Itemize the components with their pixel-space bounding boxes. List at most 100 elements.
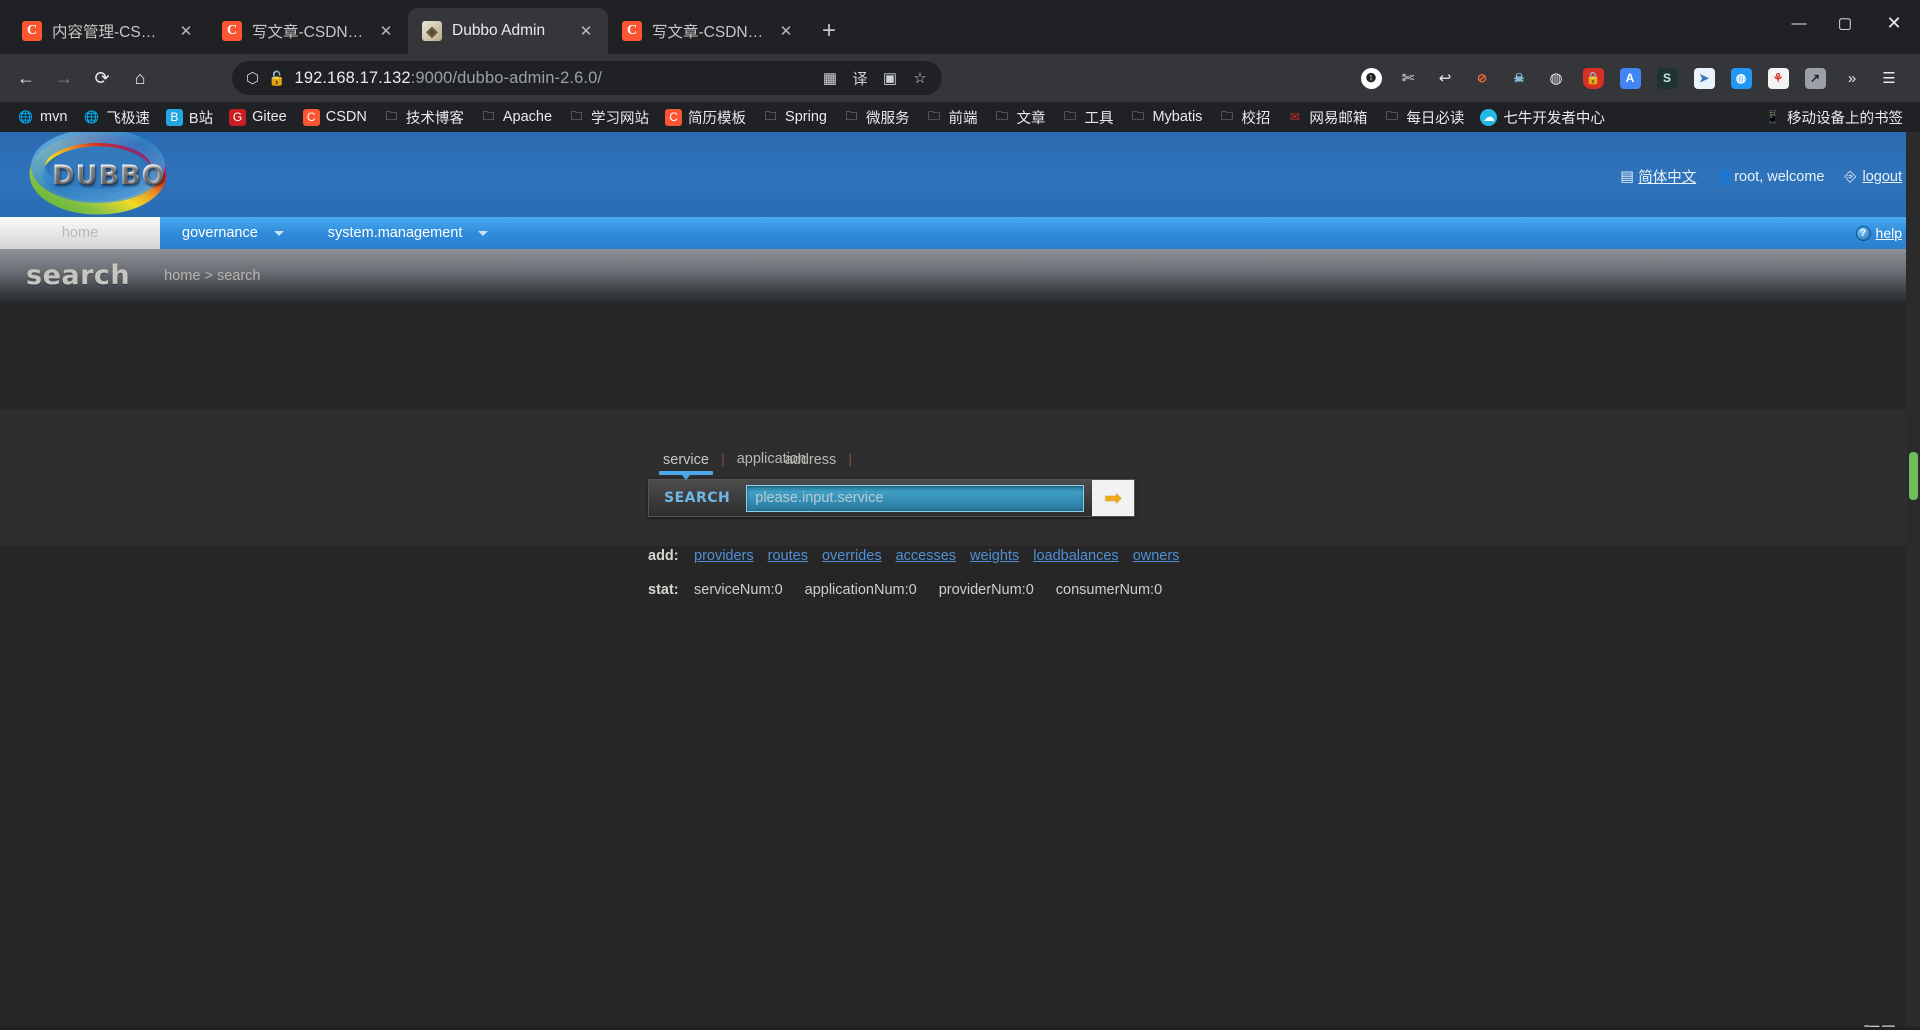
bookmarks-bar: 🌐 mvn 🌐 飞极速 B B站 G Gitee C CSDN 🗀 技术博客 🗀 Apache… (0, 102, 1920, 132)
search-tab-address[interactable]: address (775, 452, 847, 477)
logout-item[interactable]: ⎆ logout (1844, 169, 1902, 186)
bookmark-folder[interactable]: 🗀 校招 (1211, 103, 1277, 132)
add-link-weights[interactable]: weights (970, 548, 1019, 564)
forward-icon[interactable]: → (46, 60, 82, 96)
search-type-tabs: service | application address | (648, 451, 1168, 480)
counter-badge-icon[interactable]: ❶ (1354, 61, 1388, 95)
bookmark-label: 前端 (948, 110, 978, 127)
bookmark-folder[interactable]: 🗀 前端 (918, 103, 984, 132)
bookmark-item[interactable]: ✉ 网易邮箱 (1279, 103, 1374, 132)
bookmark-label: 网易邮箱 (1309, 110, 1368, 127)
browser-chrome: C 内容管理-CSDN博客 ✕ C 写文章-CSDN博客 ✕ ◈ Dubbo A… (0, 0, 1920, 132)
home-icon[interactable]: ⌂ (122, 60, 158, 96)
bookmark-folder[interactable]: 🗀 工具 (1054, 103, 1120, 132)
browser-tab-active[interactable]: ◈ Dubbo Admin ✕ (408, 8, 608, 54)
close-icon[interactable]: ✕ (774, 19, 798, 43)
help-item[interactable]: ? help (1855, 217, 1902, 249)
scrollbar-thumb[interactable] (1909, 452, 1918, 500)
search-submit-button[interactable]: ➡ (1092, 480, 1134, 516)
bookmark-folder[interactable]: 🗀 每日必读 (1376, 103, 1471, 132)
bookmark-label: 飞极速 (106, 110, 150, 127)
close-icon[interactable]: ✕ (174, 19, 198, 43)
minimize-button[interactable]: — (1776, 0, 1822, 46)
bookmark-label: 简历模板 (688, 110, 747, 127)
search-tab-service[interactable]: service (653, 452, 719, 480)
s-ext-icon[interactable]: S (1650, 61, 1684, 95)
add-link-providers[interactable]: providers (694, 548, 754, 564)
bookmark-item[interactable]: 🌐 mvn (10, 105, 74, 130)
bookmark-folder[interactable]: 🗀 学习网站 (561, 103, 656, 132)
globe-icon: 🌐 (84, 110, 100, 124)
browser-menu-icon[interactable]: ☰ (1872, 61, 1906, 95)
language-link[interactable]: 简体中文 (1638, 166, 1696, 187)
bookmark-item[interactable]: ☁ 七牛开发者中心 (1473, 103, 1612, 132)
mobile-bookmarks-folder[interactable]: 📱 移动设备上的书签 (1757, 103, 1910, 132)
sitemap-icon[interactable]: ⚘ (1761, 61, 1795, 95)
bookmark-label: 校招 (1241, 110, 1271, 127)
screenshot-icon[interactable]: ▣ (878, 66, 902, 90)
bookmark-label: 每日必读 (1406, 110, 1465, 127)
bilibili-icon: B (165, 108, 183, 126)
search-input[interactable] (746, 484, 1084, 512)
add-link-routes[interactable]: routes (768, 548, 808, 564)
bookmark-item[interactable]: G Gitee (222, 105, 294, 130)
overflow-chevron-icon[interactable]: » (1835, 61, 1869, 95)
cookie-icon[interactable]: ◍ (1539, 61, 1573, 95)
search-button[interactable]: SEARCH (654, 490, 738, 506)
stat-service-num: serviceNum:0 (694, 582, 783, 598)
close-icon[interactable]: ✕ (374, 19, 398, 43)
window-close-button[interactable]: ✕ (1868, 0, 1920, 46)
bookmark-item[interactable]: 🌐 飞极速 (76, 103, 157, 132)
bookmark-item[interactable]: C CSDN (296, 105, 374, 130)
bookmark-folder[interactable]: 🗀 技术博客 (376, 103, 471, 132)
bulb-icon[interactable]: ◍ (1724, 61, 1758, 95)
add-row: add: providers routes overrides accesses… (648, 548, 1179, 564)
bookmark-folder[interactable]: 🗀 Mybatis (1122, 105, 1209, 130)
external-link-icon[interactable]: ↗ (1798, 61, 1832, 95)
nav-item-governance[interactable]: governance (160, 217, 306, 249)
search-tab-application[interactable]: application (727, 451, 806, 476)
bookmark-item[interactable]: B B站 (159, 103, 220, 132)
bookmark-folder[interactable]: 🗀 Spring (755, 105, 834, 130)
bookmark-folder[interactable]: 🗀 Apache (473, 105, 559, 130)
bird-icon[interactable]: ➤ (1687, 61, 1721, 95)
address-bar[interactable]: ⬡ 🔓 192.168.17.132:9000/dubbo-admin-2.6.… (232, 61, 942, 95)
bookmark-folder[interactable]: 🗀 文章 (986, 103, 1052, 132)
vader-icon[interactable]: ☠ (1502, 61, 1536, 95)
crop-icon[interactable]: ✄ (1391, 61, 1425, 95)
new-tab-button[interactable]: + (812, 14, 846, 48)
add-links: providers routes overrides accesses weig… (694, 548, 1179, 564)
dubbo-logo[interactable]: DUBBO (8, 132, 188, 227)
add-link-overrides[interactable]: overrides (822, 548, 882, 564)
close-icon[interactable]: ✕ (574, 19, 598, 43)
maximize-button[interactable]: ▢ (1822, 0, 1868, 46)
logout-link[interactable]: logout (1862, 169, 1902, 185)
help-link[interactable]: help (1876, 225, 1902, 241)
arrow-right-icon: ➡ (1104, 486, 1122, 510)
browser-tab[interactable]: C 写文章-CSDN博客 ✕ (208, 8, 408, 54)
add-link-accesses[interactable]: accesses (896, 548, 956, 564)
bookmark-item[interactable]: C 简历模板 (658, 103, 753, 132)
star-icon[interactable]: ☆ (908, 66, 932, 90)
page-scrollbar[interactable] (1906, 132, 1920, 1027)
adblock-icon[interactable]: ⊘ (1465, 61, 1499, 95)
browser-tab[interactable]: C 内容管理-CSDN博客 ✕ (8, 8, 208, 54)
undo-icon[interactable]: ↩ (1428, 61, 1462, 95)
translate-icon[interactable]: 译 (848, 66, 872, 90)
back-icon[interactable]: ← (8, 60, 44, 96)
bookmark-folder[interactable]: 🗀 微服务 (836, 103, 917, 132)
search-panel: service | application address | SEARCH ➡ (648, 451, 1168, 517)
reload-icon[interactable]: ⟳ (84, 60, 120, 96)
add-link-owners[interactable]: owners (1133, 548, 1180, 564)
nav-item-system-management[interactable]: system.management (306, 217, 511, 249)
translate-ext-icon[interactable]: A (1613, 61, 1647, 95)
add-link-loadbalances[interactable]: loadbalances (1033, 548, 1118, 564)
folder-icon: 🗀 (482, 108, 495, 123)
shield-lock-icon[interactable]: 🔒 (1576, 61, 1610, 95)
nav-item-home[interactable]: home (0, 217, 160, 249)
insecure-lock-icon[interactable]: 🔓 (268, 70, 285, 87)
browser-tab[interactable]: C 写文章-CSDN博客 ✕ (608, 8, 808, 54)
qr-code-icon[interactable]: ▦ (818, 66, 842, 90)
netease-icon: ✉ (1289, 110, 1300, 124)
language-switch[interactable]: ▤ 简体中文 (1620, 166, 1696, 187)
